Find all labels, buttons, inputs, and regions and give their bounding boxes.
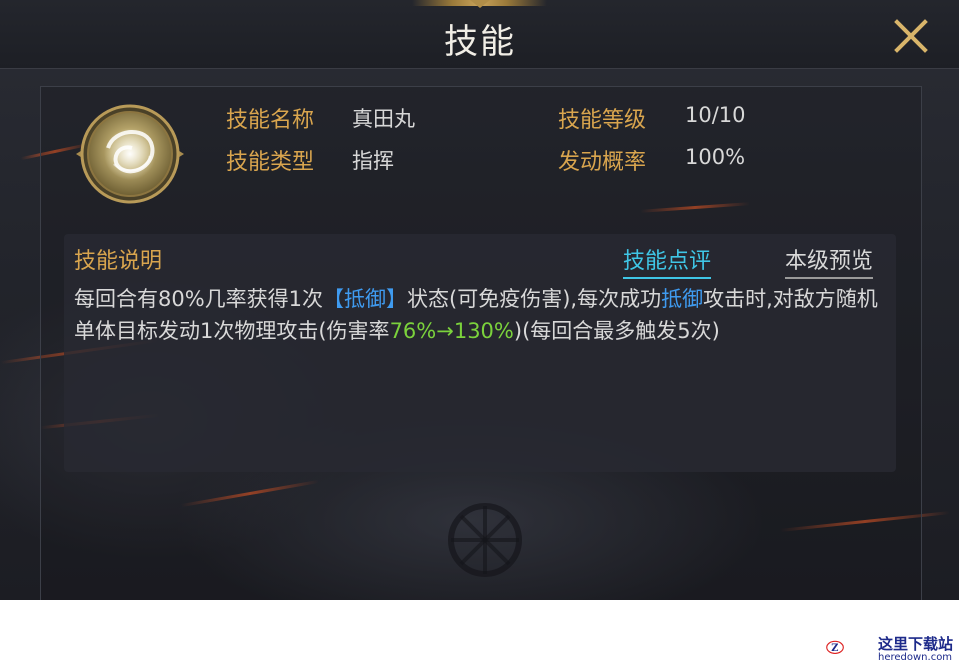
trigger-rate-value: 100% [685, 145, 746, 169]
skill-level-value: 10/10 [685, 103, 746, 127]
description-segment: 每回合有80%几率获得1次 [74, 287, 324, 311]
close-button[interactable] [888, 14, 934, 60]
wheel-silhouette [448, 503, 522, 577]
page-title: 技能 [444, 22, 516, 62]
close-icon [894, 19, 928, 53]
z-logo-icon: Z [826, 640, 844, 654]
description-segment: )(每回合最多触发5次) [513, 319, 720, 343]
watermark-title: 这里下载站 [878, 635, 954, 653]
keyword-defense: 抵御 [661, 287, 704, 311]
keyword-defense-bracketed: 【抵御】 [323, 287, 408, 311]
description-text: 每回合有80%几率获得1次【抵御】状态(可免疫伤害),每次成功抵御攻击时,对敌方… [74, 283, 886, 347]
description-title: 技能说明 [74, 249, 163, 274]
header-bar: 技能 [0, 0, 959, 69]
description-box [64, 234, 896, 472]
header-ornament-tip [470, 0, 490, 8]
tab-level-preview[interactable]: 本级预览 [785, 243, 874, 279]
skill-panel: 技能 技能名称 真田丸 技能等级 10/10 技能类型 指挥 发动概率 100%… [0, 0, 959, 600]
trigger-rate-label: 发动概率 [558, 150, 647, 175]
skill-name-value: 真田丸 [352, 107, 415, 131]
skill-name-label: 技能名称 [226, 108, 315, 133]
bottom-strip [0, 600, 959, 666]
watermark-url: heredown.com [878, 652, 953, 663]
skill-type-label: 技能类型 [226, 150, 315, 175]
skill-level-label: 技能等级 [558, 108, 647, 133]
skill-type-value: 指挥 [352, 149, 394, 173]
skill-icon-frame [74, 102, 186, 206]
damage-rate-value: 76%→130% [389, 319, 514, 343]
swirl-orb-icon [76, 104, 184, 204]
svg-text:Z: Z [831, 643, 838, 654]
tab-skill-review[interactable]: 技能点评 [623, 243, 712, 279]
description-segment: 状态(可免疫伤害),每次成功 [407, 287, 662, 311]
